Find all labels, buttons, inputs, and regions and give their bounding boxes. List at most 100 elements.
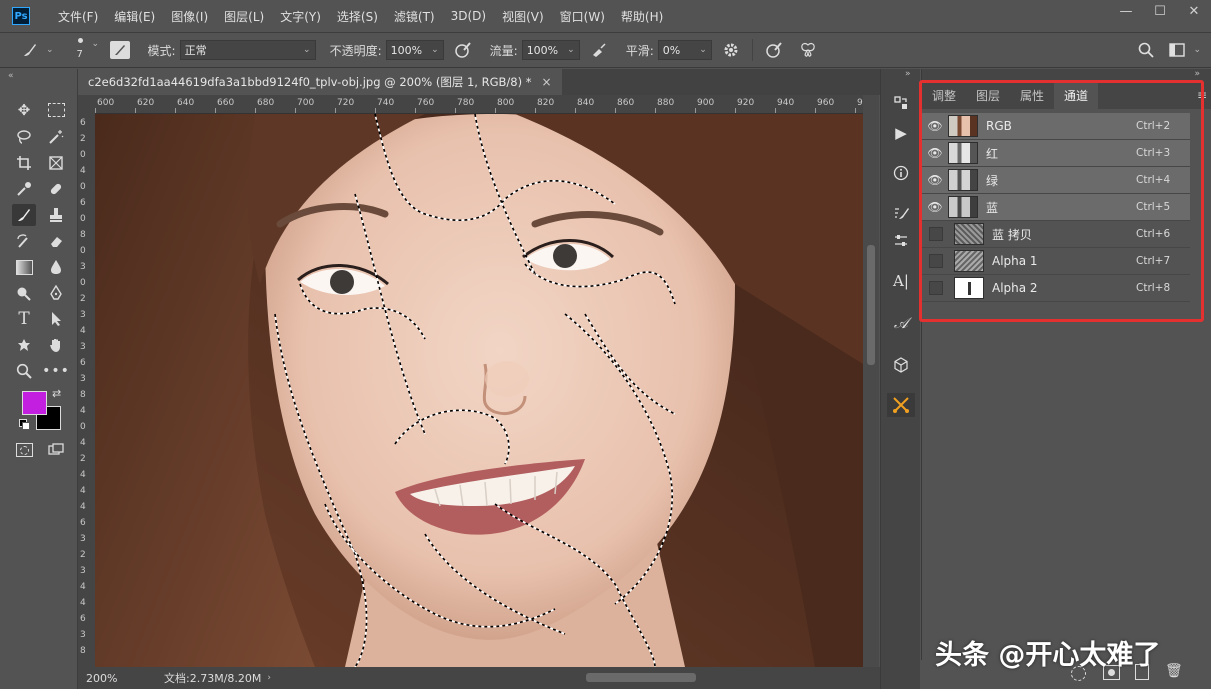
ruler-tick: [335, 108, 336, 113]
history-brush-tool-icon[interactable]: [12, 230, 36, 252]
ruler-tick-label: 6: [80, 198, 86, 208]
eraser-tool-icon[interactable]: [44, 230, 68, 252]
chevron-down-icon: ⌄: [431, 45, 439, 55]
ruler-tick: [215, 108, 216, 113]
pressure-opacity-icon[interactable]: [450, 41, 476, 59]
brush-size-value: 7: [76, 49, 83, 60]
ruler-tick-label: 0: [80, 422, 86, 432]
move-tool-icon[interactable]: ✥: [12, 99, 36, 121]
ruler-tick-label: 700: [297, 98, 315, 108]
trash-icon[interactable]: 🗑: [1165, 663, 1183, 679]
brush-settings-icon[interactable]: [887, 201, 915, 225]
horizontal-scrollbar-thumb[interactable]: [586, 673, 696, 682]
brush-tool-icon[interactable]: [12, 204, 36, 226]
ruler-tick-label: 620: [137, 98, 155, 108]
ruler-tick-label: 3: [80, 374, 86, 384]
magic-wand-tool-icon[interactable]: [44, 126, 68, 148]
image-canvas[interactable]: [95, 114, 863, 667]
ruler-tick-label: 3: [80, 310, 86, 320]
chevron-down-icon[interactable]: ⌄: [1193, 45, 1201, 55]
menu-image[interactable]: 图像(I): [163, 8, 216, 25]
ruler-tick-label: 6: [80, 614, 86, 624]
menu-view[interactable]: 视图(V): [494, 8, 552, 25]
brush-panel-toggle-icon[interactable]: [109, 41, 130, 59]
menu-edit[interactable]: 编辑(E): [106, 8, 163, 25]
character-panel-icon[interactable]: A|: [887, 269, 915, 293]
brush-preset-icon[interactable]: [18, 41, 42, 59]
symmetry-butterfly-icon[interactable]: [795, 41, 821, 59]
collapse-panel-icon[interactable]: »: [905, 69, 911, 79]
default-colors-icon[interactable]: [19, 419, 30, 430]
menu-type[interactable]: 文字(Y): [272, 8, 329, 25]
close-tab-icon[interactable]: ×: [542, 75, 552, 89]
path-selection-tool-icon[interactable]: [44, 308, 68, 330]
search-icon[interactable]: [1133, 42, 1159, 58]
close-window-icon[interactable]: ✕: [1177, 0, 1211, 22]
vertical-scrollbar[interactable]: [863, 95, 879, 667]
airbrush-icon[interactable]: [586, 41, 612, 59]
document-tab[interactable]: c2e6d32fd1aa44619dfa3a1bbd9124f0_tplv-ob…: [78, 69, 562, 95]
chevron-down-icon[interactable]: ⌄: [46, 45, 54, 55]
history-panel-icon[interactable]: [887, 91, 915, 115]
menu-file[interactable]: 文件(F): [50, 8, 106, 25]
more-tools-icon[interactable]: •••: [42, 360, 69, 382]
frame-tool-icon[interactable]: [44, 152, 68, 174]
swap-colors-icon[interactable]: ⇄: [52, 387, 61, 400]
pen-tool-icon[interactable]: [44, 282, 68, 304]
custom-shape-tool-icon[interactable]: [12, 334, 36, 356]
info-panel-icon[interactable]: [887, 161, 915, 185]
screen-mode-icon[interactable]: [44, 439, 68, 461]
mode-select[interactable]: 正常 ⌄: [179, 40, 316, 60]
smoothing-value: 0%: [662, 43, 681, 57]
3d-panel-icon[interactable]: [887, 353, 915, 377]
adjustments-sliders-icon[interactable]: [887, 229, 915, 253]
scrollbar-thumb[interactable]: [867, 245, 875, 365]
ruler-origin[interactable]: [78, 95, 95, 113]
minimize-icon[interactable]: —: [1109, 0, 1143, 22]
menu-3d[interactable]: 3D(D): [443, 9, 494, 23]
gradient-tool-icon[interactable]: [12, 256, 36, 278]
ruler-tick-label: 3: [80, 566, 86, 576]
vertical-ruler[interactable]: 6 2 0 4 0 6 0 8 0 3 0 2 3 4 3 6 3 8 4 0 4 2 4 4 4 6 3 2 3 4 4 6 3 8: [78, 113, 96, 667]
collapse-panel-icon[interactable]: «: [8, 71, 14, 81]
menu-window[interactable]: 窗口(W): [552, 8, 613, 25]
flow-input[interactable]: 100% ⌄: [521, 40, 580, 60]
opacity-value: 100%: [390, 43, 423, 57]
pressure-size-icon[interactable]: [761, 41, 787, 59]
horizontal-ruler[interactable]: 600 620 640 660 680 700 720 740 760 780 800 820 840 8…: [95, 95, 865, 114]
healing-brush-tool-icon[interactable]: [44, 178, 68, 200]
chevron-right-icon[interactable]: ›: [267, 673, 271, 683]
ruler-tick-label: 760: [417, 98, 435, 108]
collapse-panel-icon[interactable]: »: [1194, 69, 1200, 79]
type-tool-icon[interactable]: T: [12, 308, 36, 330]
blur-tool-icon[interactable]: [44, 256, 68, 278]
zoom-tool-icon[interactable]: [12, 360, 36, 382]
crop-tool-icon[interactable]: [12, 152, 36, 174]
menu-filter[interactable]: 滤镜(T): [386, 8, 443, 25]
brush-size-picker[interactable]: 7 ⌄: [68, 35, 104, 65]
menu-help[interactable]: 帮助(H): [613, 8, 671, 25]
gear-icon[interactable]: [718, 42, 744, 58]
workspace-icon[interactable]: [1165, 43, 1189, 57]
menu-layer[interactable]: 图层(L): [216, 8, 272, 25]
maximize-icon[interactable]: ☐: [1143, 0, 1177, 22]
lasso-tool-icon[interactable]: [12, 126, 36, 148]
menu-select[interactable]: 选择(S): [329, 8, 386, 25]
ruler-tick: [815, 108, 816, 113]
smoothing-label: 平滑:: [625, 43, 654, 58]
quick-mask-icon[interactable]: [12, 439, 36, 461]
divider: [751, 39, 753, 61]
zoom-level[interactable]: 200%: [86, 672, 146, 685]
hand-tool-icon[interactable]: [44, 334, 68, 356]
plugin-tools-icon[interactable]: [887, 393, 915, 417]
smoothing-input[interactable]: 0% ⌄: [657, 40, 712, 60]
paragraph-style-icon[interactable]: 𝒜: [887, 311, 915, 335]
ruler-tick-label: 4: [80, 166, 86, 176]
eyedropper-tool-icon[interactable]: [12, 178, 36, 200]
marquee-tool-icon[interactable]: [44, 99, 68, 121]
actions-play-icon[interactable]: ▶: [887, 121, 915, 145]
ruler-tick-label: 640: [177, 98, 195, 108]
opacity-input[interactable]: 100% ⌄: [385, 40, 444, 60]
stamp-tool-icon[interactable]: [44, 204, 68, 226]
dodge-tool-icon[interactable]: [12, 282, 36, 304]
